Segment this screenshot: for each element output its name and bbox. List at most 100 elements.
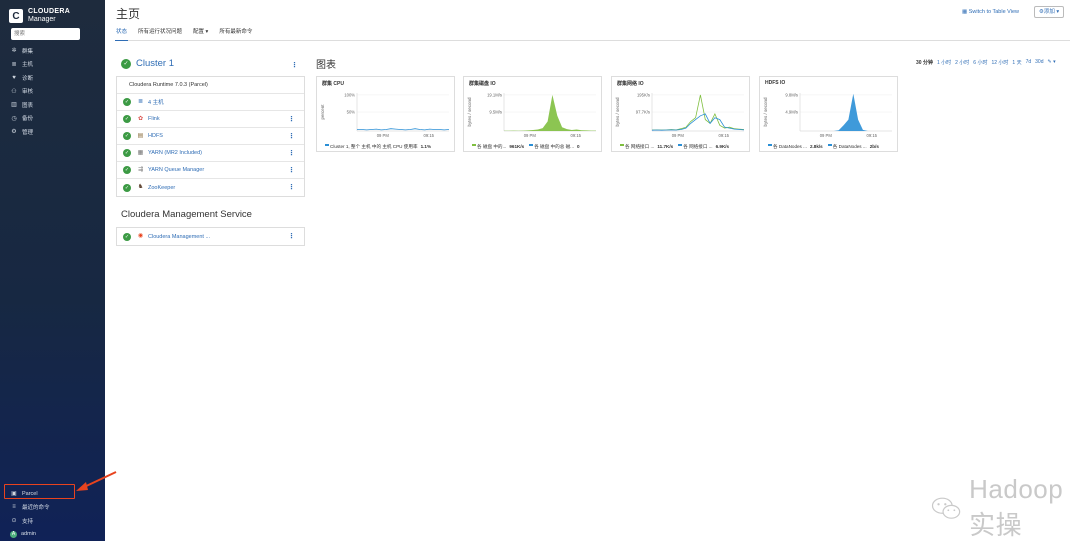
chart-cluster-disk-io[interactable]: 群集磁盘 IO bytes / second 19.1M/s 9.5M/s 09 PM… xyxy=(463,76,602,152)
sidebar-item-recent-commands[interactable]: ≡ 最近的命令 xyxy=(0,501,105,515)
x-tick-label: 09 PM xyxy=(672,133,685,138)
time-range-12h[interactable]: 12 小时 xyxy=(991,59,1008,66)
service-row-cloudera-management[interactable]: ✓ ◉ Cloudera Management ... ⋮ xyxy=(117,228,304,245)
cluster-icon: ✲ xyxy=(11,48,17,55)
check-circle-icon: ✓ xyxy=(123,98,131,106)
watermark: Hadoop实操 xyxy=(931,474,1080,541)
page-title: 主页 xyxy=(116,7,141,21)
sidebar-item-clusters[interactable]: ✲ 群集 xyxy=(0,44,105,58)
time-range-30m[interactable]: 30 分钟 xyxy=(916,59,933,66)
service-row-yarn[interactable]: ✓ ▦ YARN (MR2 Included) ⋮ xyxy=(117,145,304,162)
y-tick-label: 97.7K/s xyxy=(636,110,650,115)
audit-icon: ⚇ xyxy=(11,88,17,95)
check-circle-icon: ✓ xyxy=(121,58,131,69)
sidebar-item-charts[interactable]: ▥ 图表 xyxy=(0,98,105,112)
service-name[interactable]: 4 主机 xyxy=(148,98,164,106)
sidebar-item-audit[interactable]: ⚇ 审核 xyxy=(0,85,105,99)
time-range-1h[interactable]: 1 小时 xyxy=(937,59,951,66)
tab-status[interactable]: 状态 xyxy=(115,25,129,41)
chart-cluster-cpu[interactable]: 群集 CPU percent 100% 50% 09 PM 09:15 Cluster 1… xyxy=(316,76,455,152)
sidebar-item-label: admin xyxy=(21,531,36,538)
chevron-down-icon: ▾ xyxy=(1054,9,1060,15)
brand[interactable]: C CLOUDERA Manager xyxy=(0,4,105,28)
switch-table-view-label: Switch to Table View xyxy=(968,9,1019,15)
service-actions-kebab-icon[interactable]: ⋮ xyxy=(288,132,295,140)
chart-legend: 各 DataNodes ... 2.8k/s 各 DataNodes ... 2b/s xyxy=(768,144,884,150)
legend-label: 各 磁盘 中的... xyxy=(477,144,507,149)
chart-svg: bytes / second 19.1M/s 9.5M/s 09 PM 09:15 xyxy=(467,92,596,138)
watermark-text: Hadoop实操 xyxy=(969,474,1064,540)
check-circle-icon: ✓ xyxy=(123,232,131,241)
legend-swatch xyxy=(827,144,832,146)
sidebar-item-label: Parcel xyxy=(22,490,38,497)
tab-recent-commands[interactable]: 所有最新命令 xyxy=(218,25,253,41)
sidebar-bottom-nav: ▣ Parcel ≡ 最近的命令 ⊙ 支持 Aadmin xyxy=(0,487,105,541)
service-name[interactable]: YARN Queue Manager xyxy=(148,167,204,173)
legend-label: 各 DataNodes ... xyxy=(832,144,867,149)
diagnostics-icon: ♥ xyxy=(12,74,16,81)
service-actions-kebab-icon[interactable]: ⋮ xyxy=(288,149,295,157)
legend-swatch xyxy=(472,144,476,146)
add-button[interactable]: ⚙添加 ▾ xyxy=(1034,6,1064,18)
tab-health-issues[interactable]: 所有运行状况问题 xyxy=(137,25,183,41)
chart-svg: bytes / second 195K/s 97.7K/s 09 PM 09:15 xyxy=(615,92,745,138)
runtime-row: Cloudera Runtime 7.0.3 (Parcel) xyxy=(117,77,304,94)
chart-cluster-network-io[interactable]: 群集网络 IO bytes / second 195K/s 97.7K/s 09 PM… xyxy=(611,76,750,152)
x-tick-label: 09:15 xyxy=(719,133,730,138)
y-axis-label: bytes / second xyxy=(615,97,620,127)
time-range-2h[interactable]: 2 小时 xyxy=(955,59,969,66)
cluster-name-link[interactable]: Cluster 1 xyxy=(136,58,174,69)
service-actions-kebab-icon[interactable]: ⋮ xyxy=(288,115,295,123)
charts-icon: ▥ xyxy=(11,102,17,109)
sidebar: C CLOUDERA Manager ✲ 群集 ≣ 主机 ♥ 诊断 ⚇ 审核 ▥ 图表 ◷… xyxy=(0,0,105,541)
zookeeper-icon: ♞ xyxy=(137,184,144,190)
service-name[interactable]: Cloudera Management ... xyxy=(148,234,210,240)
y-axis-label: bytes / second xyxy=(467,97,472,127)
cluster-actions-kebab-icon[interactable]: ⋮ xyxy=(291,61,298,69)
legend-swatch xyxy=(325,144,329,146)
sidebar-item-diagnostics[interactable]: ♥ 诊断 xyxy=(0,71,105,85)
legend-value: 0 xyxy=(577,144,580,149)
chart-edit-menu[interactable]: ✎ ▾ xyxy=(1048,59,1056,66)
sidebar-item-label: 支持 xyxy=(22,518,34,525)
sidebar-item-hosts[interactable]: ≣ 主机 xyxy=(0,58,105,72)
service-row-yarn-queue-manager[interactable]: ✓ ⇶ YARN Queue Manager ⋮ xyxy=(117,162,304,179)
time-range-6h[interactable]: 6 小时 xyxy=(973,59,987,66)
search-input[interactable] xyxy=(11,28,80,40)
sidebar-item-label: 审核 xyxy=(22,89,34,96)
avatar-icon: A xyxy=(10,530,17,538)
service-row-hosts[interactable]: ✓ ≣ 4 主机 xyxy=(117,94,304,111)
runtime-label: Cloudera Runtime 7.0.3 (Parcel) xyxy=(129,82,208,88)
service-actions-kebab-icon[interactable]: ⋮ xyxy=(288,166,295,174)
chart-hdfs-io[interactable]: HDFS IO bytes / second 9.8M/s 4.9M/s 09 PM 0… xyxy=(759,76,898,152)
sidebar-item-label: 图表 xyxy=(22,102,34,109)
service-actions-kebab-icon[interactable]: ⋮ xyxy=(288,232,295,240)
sidebar-item-admin[interactable]: ⚙ 管理 xyxy=(0,125,105,139)
switch-table-view-link[interactable]: ▦ Switch to Table View xyxy=(962,9,1019,15)
check-circle-icon: ✓ xyxy=(123,115,131,123)
service-name[interactable]: YARN (MR2 Included) xyxy=(148,150,202,156)
service-row-hdfs[interactable]: ✓ ▤ HDFS ⋮ xyxy=(117,128,304,145)
check-circle-icon: ✓ xyxy=(123,166,131,174)
legend-label: 各 DataNodes ... xyxy=(773,144,807,149)
service-row-zookeeper[interactable]: ✓ ♞ ZooKeeper ⋮ xyxy=(117,179,304,196)
tab-configuration[interactable]: 配置 ▾ xyxy=(192,25,209,41)
add-button-label: 添加 xyxy=(1043,9,1055,15)
service-name[interactable]: ZooKeeper xyxy=(148,185,175,191)
time-range-7d[interactable]: 7d xyxy=(1026,59,1032,66)
x-tick-label: 09:15 xyxy=(424,133,435,138)
sidebar-item-backup[interactable]: ◷ 备份 xyxy=(0,112,105,126)
legend-value: 961K/s xyxy=(509,144,525,149)
sidebar-item-label: 最近的命令 xyxy=(22,505,50,512)
time-range-30d[interactable]: 30d xyxy=(1035,59,1043,66)
sidebar-item-support[interactable]: ⊙ 支持 xyxy=(0,514,105,528)
service-name[interactable]: HDFS xyxy=(148,133,163,139)
check-circle-icon: ✓ xyxy=(123,149,131,157)
service-actions-kebab-icon[interactable]: ⋮ xyxy=(288,183,295,191)
parcel-icon: ▣ xyxy=(11,491,17,498)
sidebar-item-user[interactable]: Aadmin xyxy=(0,528,105,541)
service-row-flink[interactable]: ✓ ✿ Flink ⋮ xyxy=(117,111,304,128)
chart-legend: 各 磁盘 中的... 961K/s 各 磁盘 中的总 磁... 0 xyxy=(472,144,585,150)
service-name[interactable]: Flink xyxy=(148,116,160,122)
time-range-1d[interactable]: 1 天 xyxy=(1012,59,1021,66)
